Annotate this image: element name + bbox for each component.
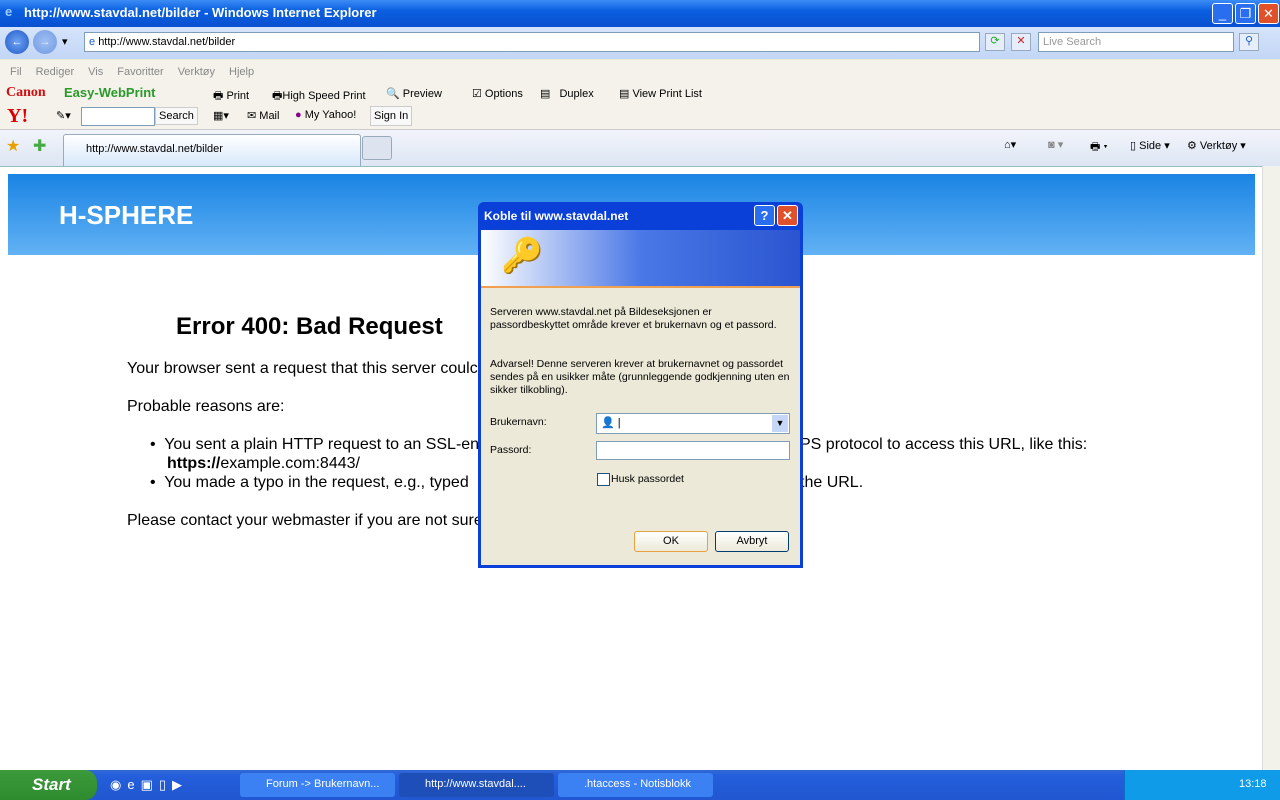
back-button[interactable]: ← — [5, 30, 29, 54]
reason-2-cont: the URL. — [800, 474, 864, 491]
home-icon[interactable]: ⌂▾ — [1004, 138, 1016, 151]
address-input[interactable]: e http://www.stavdal.net/bilder — [84, 32, 980, 52]
print-icon[interactable]: 🖶 ▾ — [1090, 138, 1108, 157]
quick-launch-icons[interactable]: ◉e▣▯▶ — [110, 777, 188, 793]
search-icon[interactable]: ⚲ — [1239, 33, 1259, 51]
system-tray: 13:18 — [1124, 770, 1280, 800]
canon-toolbar: Canon Easy-WebPrint 🖶 Print 🖶High Speed … — [0, 82, 1280, 104]
dialog-banner: 🔑 — [481, 230, 800, 288]
start-button[interactable]: Start — [0, 770, 97, 800]
menu-bar: Fil Rediger Vis Favoritter Verktøy Hjelp — [0, 60, 1280, 82]
close-button[interactable]: ✕ — [1258, 3, 1279, 24]
menu-vis[interactable]: Vis — [88, 66, 103, 78]
add-favorite-icon[interactable]: ✚ — [33, 136, 46, 156]
contact-text: Please contact your webmaster if you are… — [127, 512, 483, 529]
feeds-icon[interactable]: ◙ ▾ — [1048, 138, 1063, 151]
dialog-title-bar: Koble til www.stavdal.net ? ✕ — [481, 202, 800, 230]
keys-icon: 🔑 — [501, 237, 544, 275]
live-search-input[interactable]: Live Search — [1038, 32, 1234, 52]
reason-1-cont: PS protocol to access this URL, like thi… — [800, 436, 1088, 453]
window-title: http://www.stavdal.net/bilder - Windows … — [24, 5, 377, 20]
remember-password-checkbox[interactable] — [597, 473, 610, 486]
task-ie-active[interactable]: http://www.stavdal.... — [399, 773, 554, 797]
address-bar-row: ← → ▾ e http://www.stavdal.net/bilder ⟳ … — [0, 27, 1280, 59]
canon-logo: Canon — [6, 85, 46, 100]
help-button[interactable]: ? — [754, 205, 775, 226]
my-yahoo-button[interactable]: ● My Yahoo! — [295, 109, 356, 121]
dialog-warning: Advarsel! Denne serveren krever at bruke… — [490, 358, 790, 396]
menu-fil[interactable]: Fil — [10, 66, 22, 78]
menu-verktoy[interactable]: Verktøy — [178, 66, 215, 78]
login-dialog: Koble til www.stavdal.net ? ✕ 🔑 Serveren… — [478, 202, 803, 568]
minimize-button[interactable]: _ — [1212, 3, 1233, 24]
stop-button[interactable]: ✕ — [1011, 33, 1031, 51]
task-notepad[interactable]: .htaccess - Notisblokk — [558, 773, 713, 797]
duplex-button[interactable]: ▤ Duplex — [540, 87, 594, 100]
error-description: Your browser sent a request that this se… — [127, 360, 478, 377]
ok-button[interactable]: OK — [634, 531, 708, 552]
vertical-scrollbar[interactable] — [1262, 166, 1280, 770]
error-heading: Error 400: Bad Request — [176, 313, 443, 340]
side-menu[interactable]: ▯ Side ▾ — [1130, 139, 1170, 152]
yahoo-toolbar: Y! ✎▾ Search ▦▾ ✉ Mail ● My Yahoo! Sign … — [0, 104, 1280, 130]
title-bar: e http://www.stavdal.net/bilder - Window… — [0, 0, 1280, 27]
verktoy-menu[interactable]: ⚙ Verktøy ▾ — [1187, 139, 1246, 152]
taskbar: Start ◉e▣▯▶ Forum -> Brukernavn... http:… — [0, 770, 1280, 800]
tab-row: ★ ✚ http://www.stavdal.net/bilder ⌂▾ ◙ ▾… — [0, 130, 1280, 166]
tab-active[interactable]: http://www.stavdal.net/bilder — [63, 134, 361, 166]
dialog-message: Serveren www.stavdal.net på Bildeseksjon… — [490, 306, 777, 331]
yahoo-logo: Y! — [7, 105, 29, 127]
preview-button[interactable]: 🔍 Preview — [386, 87, 442, 100]
clock[interactable]: 13:18 — [1239, 778, 1267, 790]
reasons-label: Probable reasons are: — [127, 398, 285, 415]
new-tab-button[interactable] — [362, 136, 392, 160]
reason-1: • You sent a plain HTTP request to an SS… — [150, 436, 480, 453]
reason-2: • You made a typo in the request, e.g., … — [150, 474, 469, 491]
remember-password-label[interactable]: Husk passordet — [611, 473, 731, 486]
user-icon: 👤 — [601, 417, 615, 429]
sign-in-button[interactable]: Sign In — [370, 106, 413, 126]
pencil-icon[interactable]: ✎▾ — [56, 109, 71, 122]
layout-icon[interactable]: ▦▾ — [213, 109, 229, 122]
task-forum[interactable]: Forum -> Brukernavn... — [240, 773, 395, 797]
favorites-star-icon[interactable]: ★ — [6, 136, 20, 156]
menu-hjelp[interactable]: Hjelp — [229, 66, 254, 78]
dialog-close-button[interactable]: ✕ — [777, 205, 798, 226]
yahoo-search-input[interactable] — [81, 107, 155, 126]
username-combobox[interactable]: 👤 | ▼ — [596, 413, 790, 434]
dialog-title: Koble til www.stavdal.net — [484, 209, 629, 223]
ie-icon: e — [5, 4, 13, 19]
easy-webprint-menu[interactable]: Easy-WebPrint — [64, 85, 156, 100]
refresh-button[interactable]: ⟳ — [985, 33, 1005, 51]
history-dropdown[interactable]: ▾ — [62, 35, 68, 48]
yahoo-search-button[interactable]: Search — [155, 107, 198, 125]
forward-button[interactable]: → — [33, 30, 57, 54]
cancel-button[interactable]: Avbryt — [715, 531, 789, 552]
mail-button[interactable]: ✉ Mail — [247, 109, 279, 122]
example-url: https://example.com:8443/ — [167, 455, 360, 472]
menu-rediger[interactable]: Rediger — [36, 66, 75, 78]
chevron-down-icon[interactable]: ▼ — [772, 415, 788, 432]
menu-favoritter[interactable]: Favoritter — [117, 66, 163, 78]
options-button[interactable]: ☑ Options — [472, 87, 523, 100]
maximize-button[interactable]: ❐ — [1235, 3, 1256, 24]
page-icon: e — [89, 36, 99, 48]
password-input[interactable] — [596, 441, 790, 460]
view-print-list-button[interactable]: ▤ View Print List — [619, 87, 702, 100]
